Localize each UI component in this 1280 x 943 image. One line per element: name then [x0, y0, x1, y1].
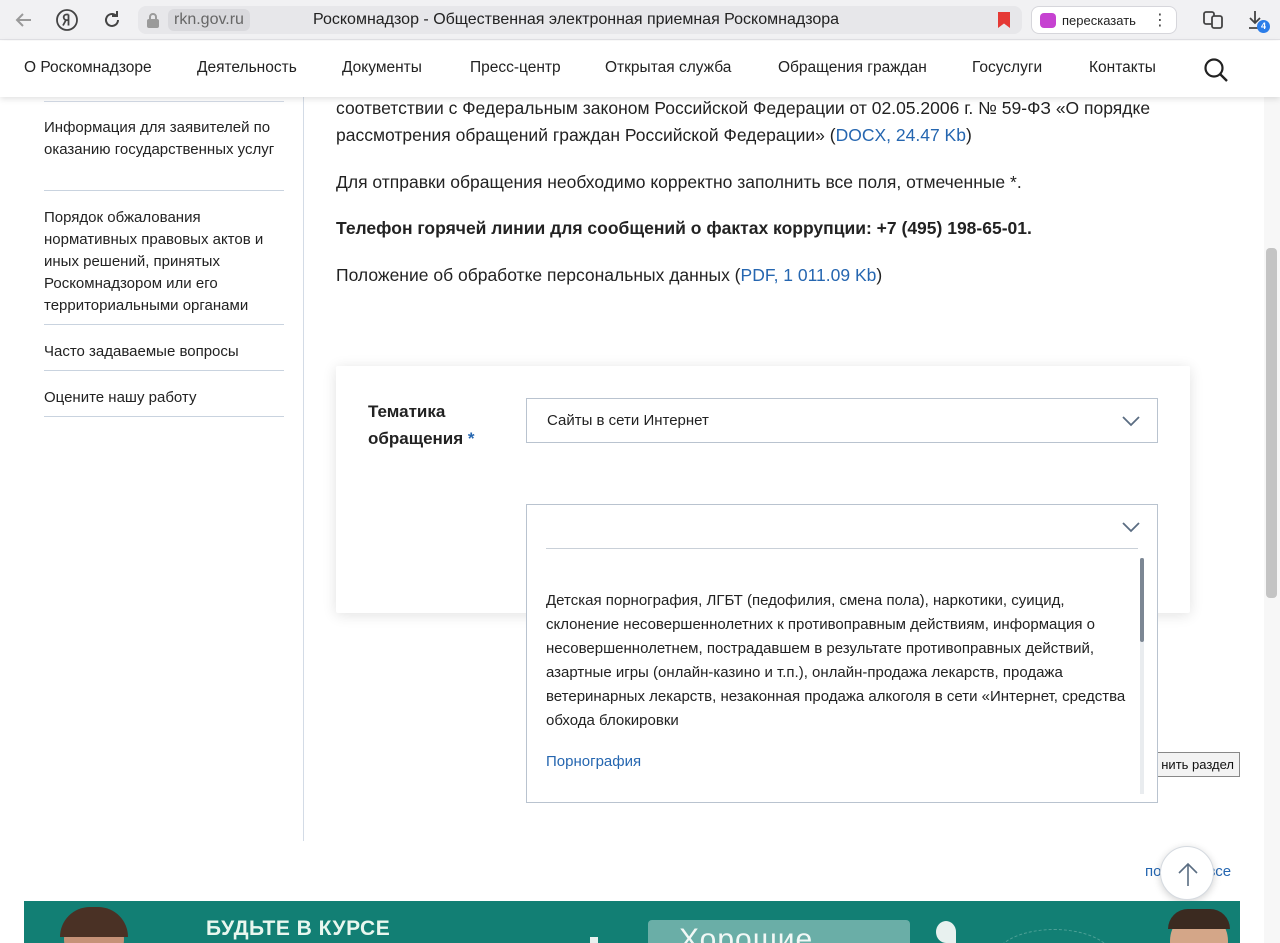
personal-data-text: Положение об обработке персональных данн…: [336, 265, 741, 285]
sidebar-item-faq[interactable]: Часто задаваемые вопросы: [44, 341, 284, 371]
back-arrow-icon[interactable]: [12, 8, 36, 32]
retell-icon: [1040, 13, 1056, 28]
browser-page-title: Роскомнадзор - Общественная электронная …: [313, 11, 840, 28]
personal-data-end: ): [876, 265, 883, 285]
banner-person-right-hair: [1168, 909, 1230, 929]
browser-toolbar: rkn.gov.ru Роскомнадзор - Общественная э…: [0, 0, 1280, 40]
law-paragraph-end: ): [965, 125, 972, 145]
personal-data-paragraph: Положение об обработке персональных данн…: [336, 262, 1196, 289]
banner-leaf-icon: [936, 921, 956, 943]
arrow-up-icon: [1178, 862, 1198, 886]
show-all-left: по: [1145, 863, 1162, 880]
subtopic-select-dropdown[interactable]: Детская порнография, ЛГБТ (педофилия, см…: [526, 504, 1158, 803]
dropdown-scrollbar-thumb[interactable]: [1140, 558, 1144, 642]
sidebar-item-appeal-procedure[interactable]: Порядок обжалования нормативных правовых…: [44, 207, 284, 325]
sidebar-item-rate-us[interactable]: Оцените нашу работу: [44, 387, 284, 417]
bookmark-icon[interactable]: [998, 12, 1010, 28]
nav-item-documents[interactable]: Документы: [342, 59, 422, 77]
nav-item-appeals[interactable]: Обращения граждан: [778, 59, 927, 77]
address-bar[interactable]: rkn.gov.ru Роскомнадзор - Общественная э…: [138, 6, 1022, 34]
docx-link[interactable]: DOCX, 24.47 Kb: [836, 125, 966, 145]
banner-decor: [590, 937, 598, 943]
retell-button[interactable]: пересказать ⋮: [1031, 6, 1177, 34]
required-star: *: [467, 429, 475, 448]
dropdown-option-pornography[interactable]: Порнография: [546, 753, 641, 770]
downloads-icon[interactable]: 4: [1245, 8, 1270, 33]
banner-decor-circle: [994, 929, 1114, 943]
change-section-button[interactable]: нить раздел: [1150, 752, 1240, 777]
reload-icon[interactable]: [100, 8, 124, 32]
translate-icon[interactable]: [1201, 8, 1225, 32]
law-paragraph: соответствии с Федеральным законом Росси…: [336, 95, 1196, 149]
dropdown-option-description[interactable]: Детская порнография, ЛГБТ (педофилия, см…: [546, 589, 1138, 733]
nav-item-press[interactable]: Пресс-центр: [470, 59, 561, 77]
page-scrollbar-thumb[interactable]: [1266, 248, 1277, 598]
dropdown-separator: [546, 548, 1138, 549]
hotline-paragraph: Телефон горячей линии для сообщений о фа…: [336, 218, 1032, 238]
topic-select-value: Сайты в сети Интернет: [547, 412, 709, 429]
law-paragraph-text: соответствии с Федеральным законом Росси…: [336, 98, 1151, 145]
url-domain: rkn.gov.ru: [168, 9, 250, 31]
scroll-to-top-button[interactable]: [1160, 846, 1214, 900]
site-nav: О Роскомнадзоре Деятельность Документы П…: [0, 41, 1280, 97]
sidebar-divider: [44, 101, 284, 102]
retell-label: пересказать: [1062, 13, 1136, 28]
banner-person-left-hair: [60, 907, 128, 937]
more-options-icon[interactable]: ⋮: [1152, 10, 1168, 30]
nav-item-contacts[interactable]: Контакты: [1089, 59, 1156, 77]
topic-select[interactable]: Сайты в сети Интернет: [526, 398, 1158, 443]
required-fields-note: Для отправки обращения необходимо коррек…: [336, 172, 1022, 192]
chevron-down-icon: [1122, 416, 1140, 427]
chevron-down-icon[interactable]: [1122, 521, 1140, 533]
nav-item-open-service[interactable]: Открытая служба: [605, 59, 731, 77]
promo-banner[interactable]: БУДЬТЕ В КУРСЕ Хорошие: [24, 901, 1240, 943]
sidebar-item-applicants-info[interactable]: Информация для заявителей по оказанию го…: [44, 117, 284, 191]
yandex-logo-icon[interactable]: [55, 8, 79, 32]
banner-word: Хорошие: [679, 923, 814, 943]
search-icon[interactable]: [1203, 57, 1229, 83]
topic-label-text: Тематика обращения: [368, 402, 464, 448]
pdf-link[interactable]: PDF, 1 011.09 Kb: [741, 265, 877, 285]
content-divider: [303, 97, 304, 841]
nav-item-about[interactable]: О Роскомнадзоре: [24, 59, 152, 77]
nav-item-activity[interactable]: Деятельность: [197, 59, 297, 77]
nav-item-gosuslugi[interactable]: Госуслуги: [972, 59, 1042, 77]
downloads-badge: 4: [1257, 20, 1270, 33]
topic-label: Тематика обращения *: [368, 398, 508, 452]
banner-title: БУДЬТЕ В КУРСЕ: [206, 917, 391, 940]
lock-icon: [147, 13, 159, 28]
